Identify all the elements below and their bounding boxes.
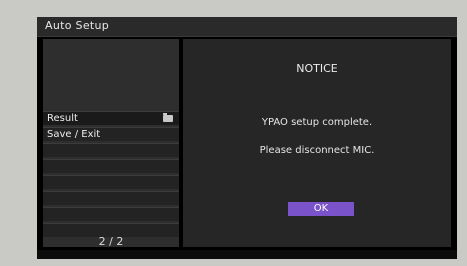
bottom-strip xyxy=(37,250,457,259)
sidebar-item-save-exit[interactable]: Save / Exit xyxy=(43,127,179,141)
sidebar-menu: Result Save / Exit xyxy=(43,111,179,239)
sidebar-item-empty xyxy=(43,175,179,189)
sidebar-item-label: Save / Exit xyxy=(47,129,101,140)
sidebar-item-label: Result xyxy=(47,113,78,124)
sidebar-item-empty xyxy=(43,143,179,157)
ok-button[interactable]: OK xyxy=(288,202,354,216)
folder-icon xyxy=(163,113,173,122)
window-title: Auto Setup xyxy=(45,19,110,32)
sidebar-item-result[interactable]: Result xyxy=(43,111,179,125)
page-indicator: 2 / 2 xyxy=(98,235,124,248)
sidebar-item-empty xyxy=(43,191,179,205)
notice-heading: NOTICE xyxy=(296,62,338,75)
message-line-1: YPAO setup complete. xyxy=(261,117,373,128)
title-bar: Auto Setup xyxy=(37,17,457,37)
sidebar-item-empty xyxy=(43,207,179,221)
osd-screen: Auto Setup Result Save / Exit 2 / 2 NOTI… xyxy=(37,17,457,259)
message-line-2: Please disconnect MIC. xyxy=(259,145,375,156)
sidebar-item-empty xyxy=(43,159,179,173)
